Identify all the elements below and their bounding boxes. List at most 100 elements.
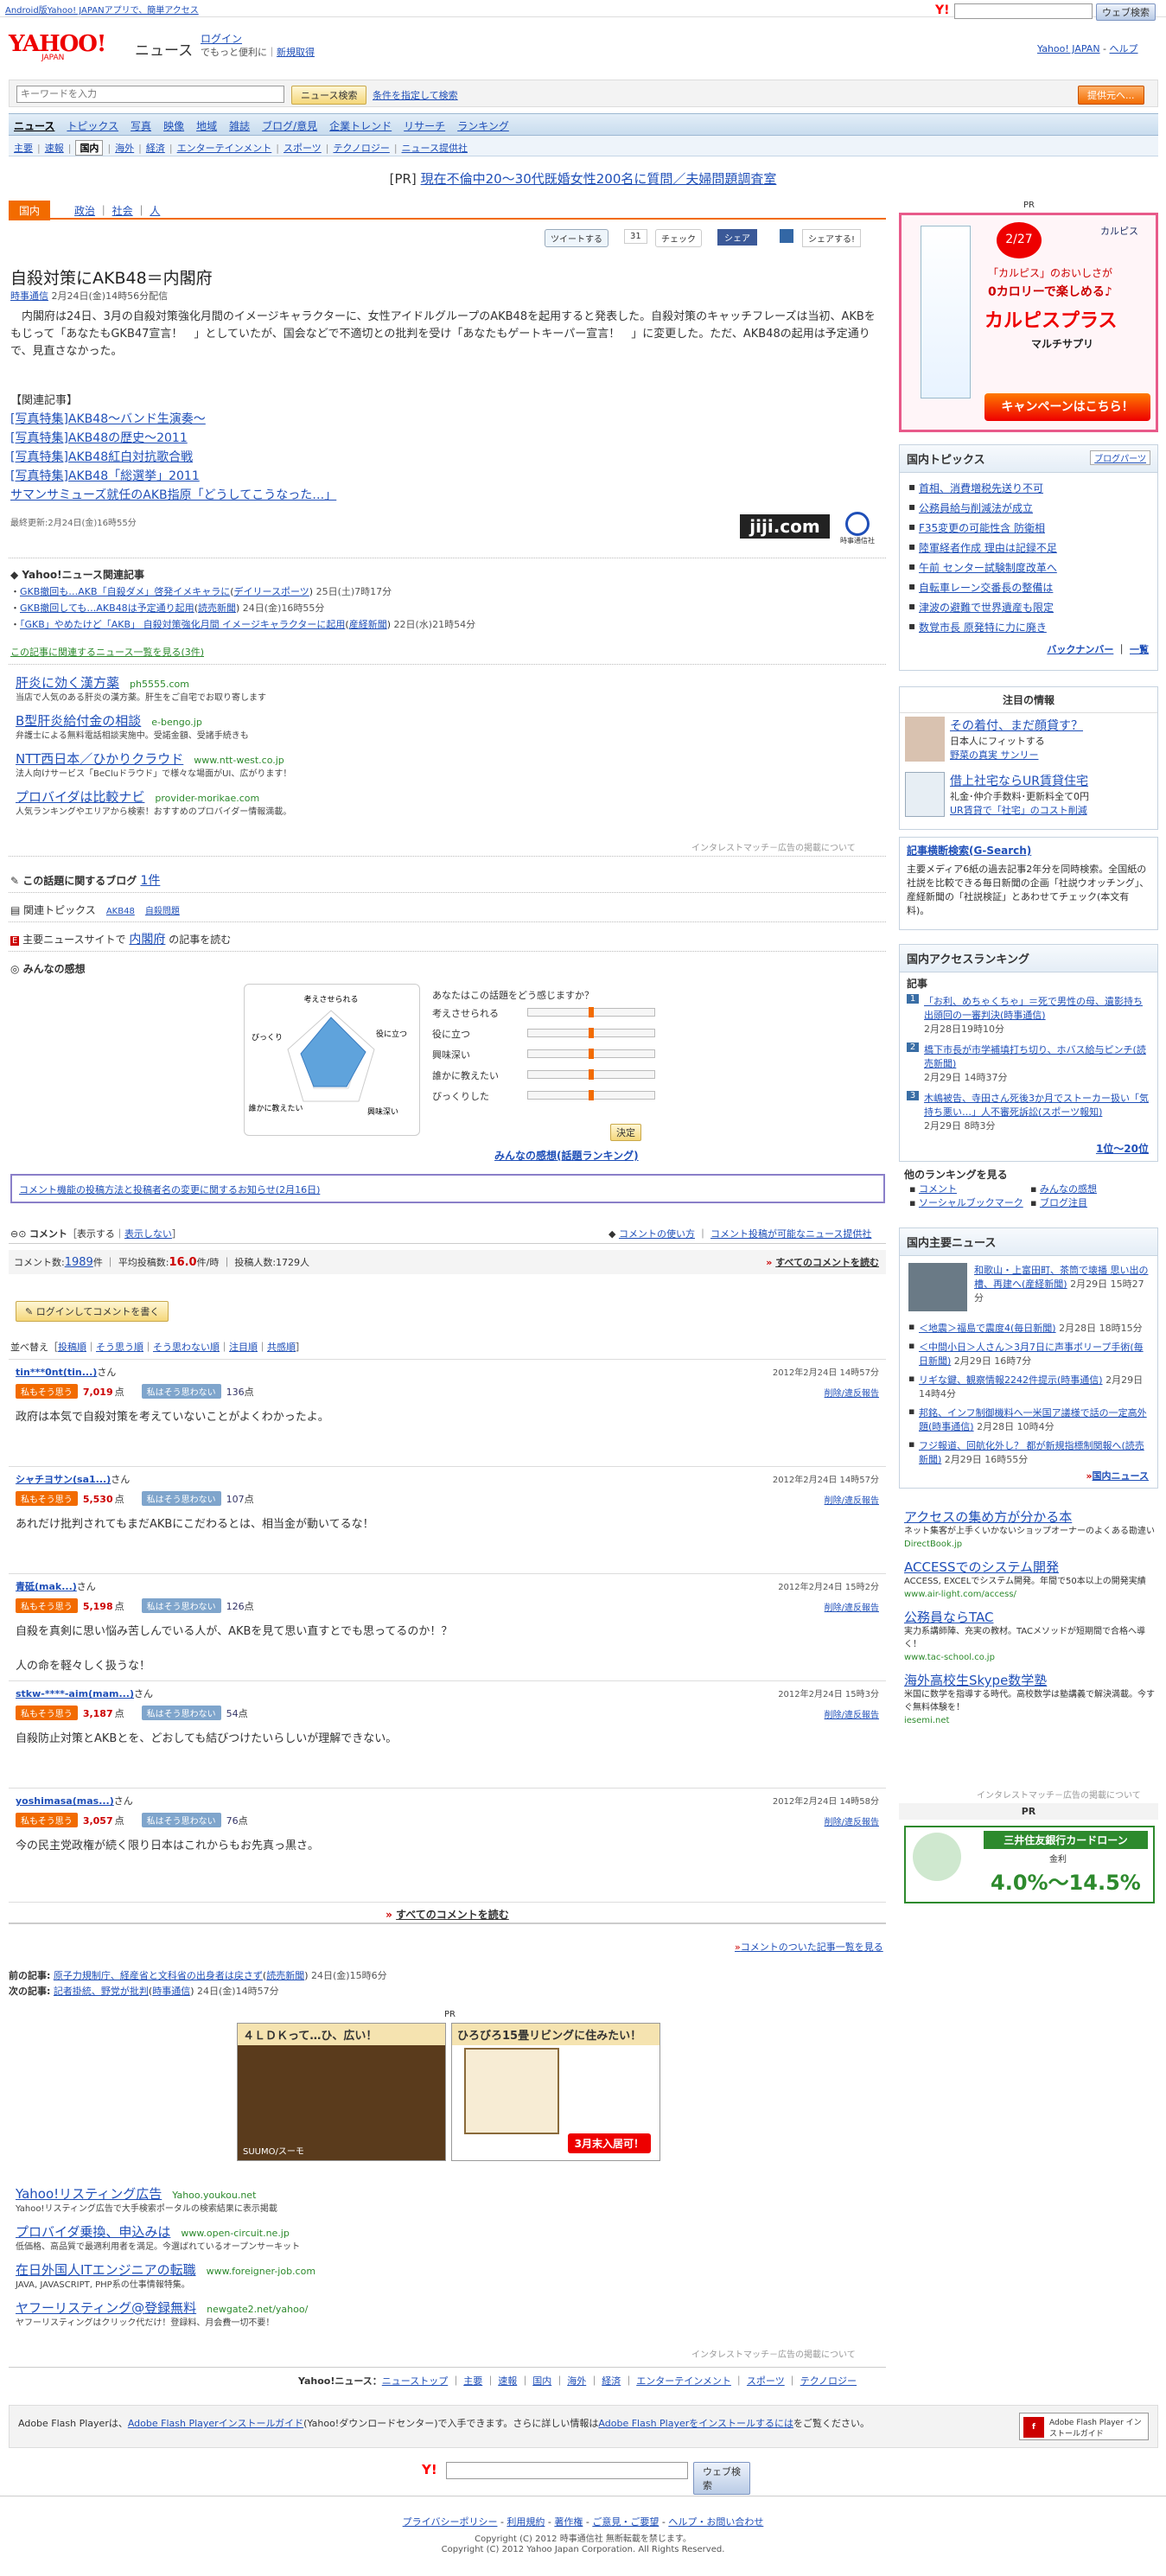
nav-tab[interactable]: トピックス — [67, 118, 118, 133]
jiji-press-logo[interactable]: 時事通信社 — [840, 512, 875, 545]
cat-people[interactable]: 人 — [150, 205, 160, 217]
sidebar-ad-title[interactable]: 海外高校生Skype数学塾 — [904, 1673, 1047, 1688]
ad-title[interactable]: 在日外国人ITエンジニアの転職 — [16, 2262, 196, 2278]
sort-option[interactable]: そう思わない順 — [153, 1342, 220, 1353]
yahoo-bottom-logo[interactable]: Y! — [422, 2462, 437, 2477]
nav-tab[interactable]: ブログ/意見 — [262, 118, 317, 133]
sub-tab[interactable]: ニュース提供社 — [402, 141, 468, 155]
ad-title[interactable]: 肝炎に効く漢方薬 — [16, 675, 119, 691]
footer-nav-link[interactable]: 速報 — [498, 2375, 517, 2387]
bottom-link[interactable]: ヘルプ・お問い合わせ — [668, 2516, 763, 2528]
sub-tab[interactable]: 海外 — [115, 141, 134, 155]
cat-politics[interactable]: 政治 — [74, 205, 95, 217]
related-news-more[interactable]: この記事に関連するニュース一覧を見る(3件) — [10, 645, 204, 659]
chuumoku-title-2[interactable]: 借上社宅ならUR賃貸住宅 — [950, 775, 1088, 788]
sub-tab[interactable]: 速報 — [45, 141, 64, 155]
disagree-button[interactable]: 私はそう思わない — [141, 1491, 221, 1506]
mixi-check-button[interactable]: チェック — [655, 229, 702, 247]
topic-suicide[interactable]: 自殺問題 — [145, 907, 180, 916]
report-link[interactable]: 削除/違反報告 — [825, 1386, 879, 1399]
disagree-button[interactable]: 私はそう思わない — [141, 1598, 221, 1613]
comment-user-link[interactable]: yoshimasa(mas...) — [16, 1795, 114, 1807]
ad-title[interactable]: NTT西日本／ひかりクラウド — [16, 751, 183, 767]
sub-tab[interactable]: エンターテインメント — [177, 141, 272, 155]
sub-tab[interactable]: テクノロジー — [333, 141, 389, 155]
sidebar-ad-title[interactable]: アクセスの集め方が分かる本 — [904, 1509, 1072, 1525]
sidebar-topic-link[interactable]: 自転車レーン交番長の整備は — [919, 582, 1053, 594]
ranking-link[interactable]: 橋下市長が市学補填打ち切り、ホバス給与ピンチ(読売新聞) — [924, 1044, 1146, 1069]
comment-user-link[interactable]: シャチヨサン(sa1...) — [16, 1474, 111, 1485]
nav-tab[interactable]: 映像 — [163, 118, 184, 133]
rank-social[interactable]: ソーシャルブックマーク — [919, 1197, 1023, 1208]
facebook-share-button[interactable]: シェア — [717, 229, 757, 245]
ad-title[interactable]: プロバイダは比較ナビ — [16, 789, 144, 805]
ad-title[interactable]: ヤフーリスティング@登録無料 — [16, 2300, 196, 2316]
comment-user-link[interactable]: 青砥(mak...) — [16, 1581, 77, 1592]
slider-handle[interactable] — [589, 1049, 594, 1059]
related-news-source[interactable]: 読売新聞 — [198, 603, 236, 614]
blog-count-link[interactable]: 1件 — [140, 874, 160, 888]
disagree-button[interactable]: 私はそう思わない — [141, 1706, 221, 1720]
comment-providers-link[interactable]: コメント投稿が可能なニュース提供社 — [710, 1228, 871, 1240]
bottom-search-input[interactable] — [446, 2462, 688, 2479]
related-news-link[interactable]: 「GKB」やめたけど「AKB」 自殺対策強化月間 イメージキャラクターに起用 — [20, 619, 345, 630]
nav-tab[interactable]: 雑誌 — [229, 118, 250, 133]
feeling-slider[interactable] — [527, 1007, 655, 1017]
footer-nav-link[interactable]: 国内 — [532, 2375, 551, 2387]
topics-backnumber[interactable]: バックナンバー — [1047, 644, 1113, 655]
flash-guide-link[interactable]: Adobe Flash Playerインストールガイド — [128, 2418, 303, 2429]
comment-count[interactable]: 1989 — [65, 1256, 93, 1269]
chuumoku-title-1[interactable]: その着付、まだ顔貸す？ — [950, 719, 1083, 733]
footer-nav-link[interactable]: 海外 — [567, 2375, 586, 2387]
rank-comment[interactable]: コメント — [919, 1183, 957, 1195]
related-news-source[interactable]: 産経新聞 — [349, 619, 387, 630]
news-search-button[interactable]: ニュース検索 — [291, 86, 367, 105]
prev-article-link[interactable]: 原子力規制庁、経産省と文科省の出身者は戻さず — [54, 1970, 263, 1981]
slider-handle[interactable] — [589, 1069, 594, 1080]
footer-nav-link[interactable]: 経済 — [602, 2375, 621, 2387]
flash-install-link[interactable]: Adobe Flash Playerをインストールするには — [598, 2418, 793, 2429]
sidebar-topic-link[interactable]: 数覚市長 原発特に力に廃き — [919, 622, 1047, 634]
nav-tab[interactable]: リサーチ — [404, 118, 445, 133]
top-search-input[interactable] — [954, 3, 1093, 19]
report-link[interactable]: 削除/違反報告 — [825, 1707, 879, 1720]
ads-footer-2[interactable]: インタレストマッチ－広告の掲載について — [691, 2347, 856, 2360]
feeling-ranking-link[interactable]: みんなの感想(話題ランキング) — [494, 1148, 639, 1163]
sidebar-ads-footer[interactable]: インタレストマッチ－広告の掲載について — [977, 1788, 1141, 1801]
agree-button[interactable]: 私もそう思う — [16, 1491, 78, 1506]
chuumoku-photo-2[interactable] — [905, 772, 945, 817]
kokunai-more-link[interactable]: 国内ニュース — [1093, 1470, 1149, 1482]
nav-tab[interactable]: 企業トレンド — [329, 118, 392, 133]
ranking-more-link[interactable]: 1位～20位 — [1096, 1143, 1149, 1155]
ad-title[interactable]: B型肝炎給付金の相談 — [16, 713, 141, 729]
help-link[interactable]: ヘルプ — [1110, 43, 1138, 54]
feeling-slider[interactable] — [527, 1049, 655, 1059]
related-news-source[interactable]: デイリースポーツ — [234, 586, 309, 597]
agree-button[interactable]: 私もそう思う — [16, 1384, 78, 1399]
nav-tab[interactable]: ニュース — [14, 118, 54, 133]
comment-howto-link[interactable]: コメントの使い方 — [619, 1228, 695, 1240]
topic-akb48[interactable]: AKB48 — [106, 907, 135, 916]
comment-show[interactable]: 表示する — [77, 1228, 115, 1240]
jiji-logo[interactable]: jiji.com — [740, 514, 830, 539]
feeling-slider[interactable] — [527, 1028, 655, 1038]
footer-nav-link[interactable]: エンターテインメント — [636, 2375, 731, 2387]
ranking-link[interactable]: 「お利、めちゃくちゃ」＝死で男性の母、遺影持ち出頭回の一審判決(時事通信) — [924, 996, 1143, 1021]
bottom-link[interactable]: プライバシーポリシー — [403, 2516, 498, 2528]
rank-blog[interactable]: ブログ注目 — [1040, 1197, 1087, 1208]
cat-society[interactable]: 社会 — [112, 205, 133, 217]
android-app-link[interactable]: Android版Yahoo! JAPANアプリで、簡単アクセス — [5, 3, 199, 16]
pr2-left-ad[interactable]: ４ＬＤＫって…ひ、広い！ SUUMO/スーモ — [237, 2023, 446, 2161]
sidebar-ad-title[interactable]: 公務員ならTAC — [904, 1610, 993, 1625]
slider-handle[interactable] — [589, 1028, 594, 1038]
read-all-comments-top[interactable]: » すべてのコメントを読む — [766, 1255, 879, 1269]
major-link[interactable]: 内閣府 — [129, 933, 165, 947]
feeling-slider[interactable] — [527, 1090, 655, 1100]
related-article-link[interactable]: [写真特集]AKB48紅白対抗歌合戦 — [10, 450, 193, 464]
ad-title[interactable]: Yahoo!リスティング広告 — [16, 2186, 162, 2202]
agree-button[interactable]: 私もそう思う — [16, 1813, 78, 1827]
sort-option[interactable]: そう思う順 — [96, 1342, 143, 1353]
sort-option[interactable]: 注目順 — [229, 1342, 258, 1353]
rank-feeling[interactable]: みんなの感想 — [1040, 1183, 1097, 1195]
pr2-right-ad[interactable]: ひろびろ15畳リビングに住みたい！ 3月末入居可！ — [451, 2023, 660, 2161]
